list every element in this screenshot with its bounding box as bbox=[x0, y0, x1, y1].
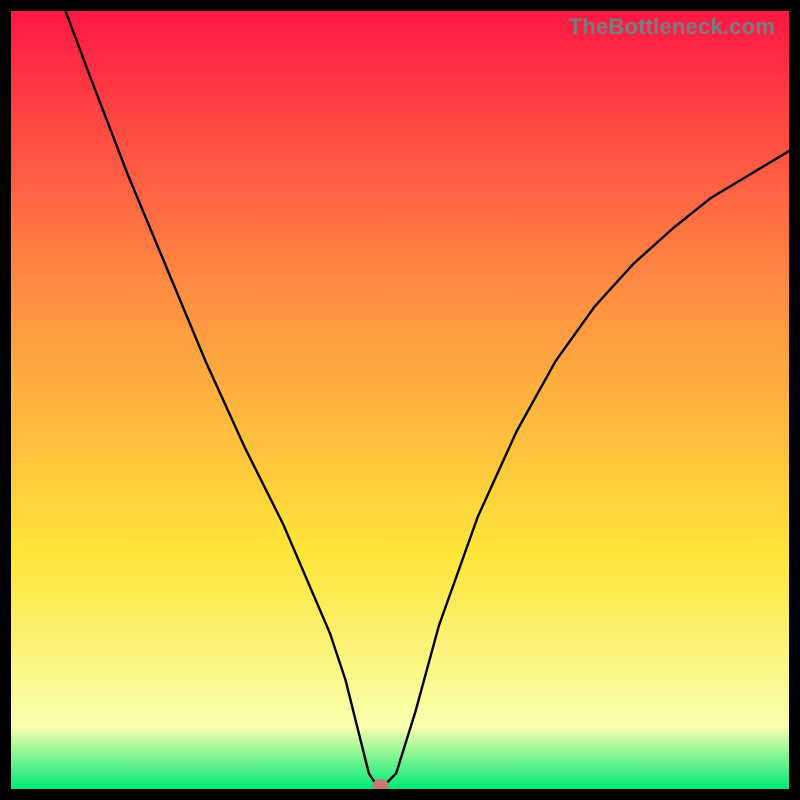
watermark-label: TheBottleneck.com bbox=[569, 14, 775, 40]
chart-background bbox=[11, 11, 789, 789]
chart-svg bbox=[11, 11, 789, 789]
chart-frame: TheBottleneck.com bbox=[11, 11, 789, 789]
